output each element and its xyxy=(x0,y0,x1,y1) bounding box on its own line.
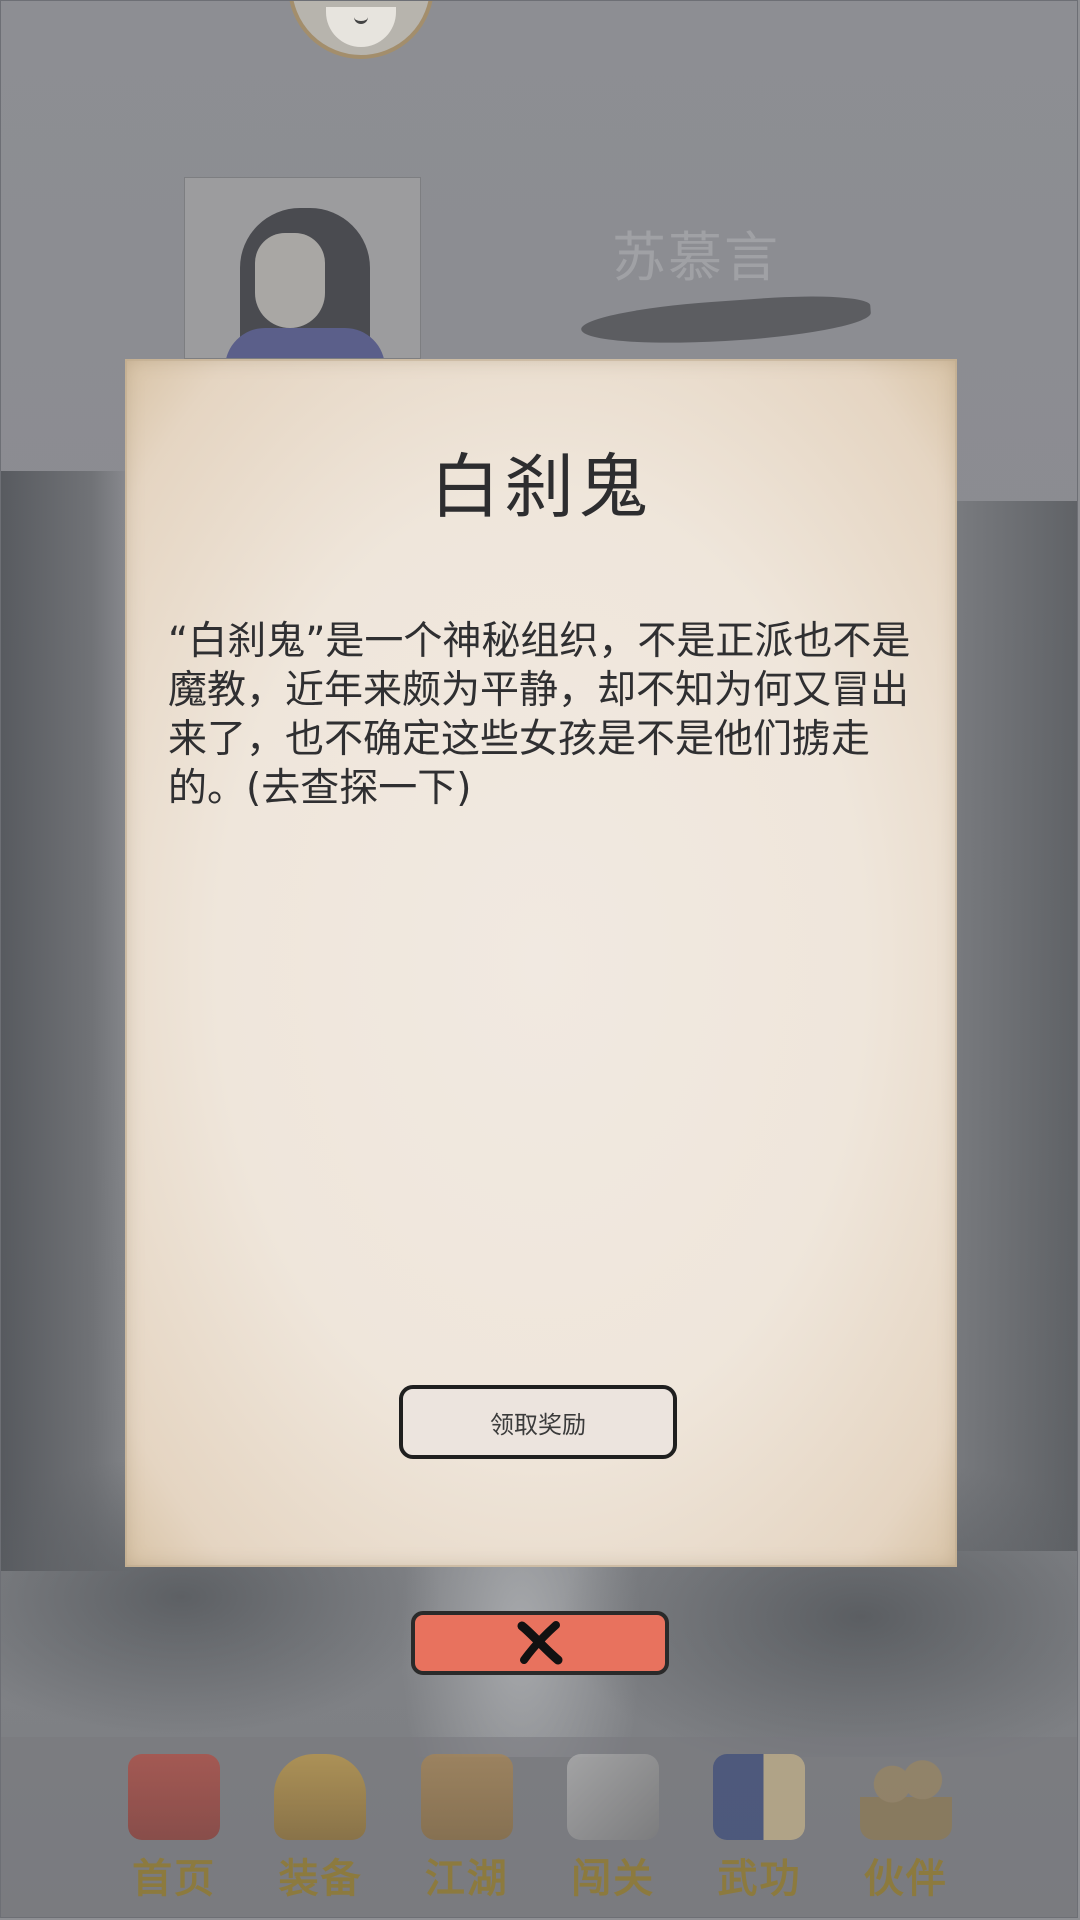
nav-label: 伙伴 xyxy=(863,1855,948,1902)
close-icon xyxy=(517,1621,563,1665)
dialog-title: 白刹鬼 xyxy=(430,446,652,528)
companions-icon xyxy=(859,1754,952,1840)
nav-label: 首页 xyxy=(132,1855,217,1902)
nav-item-equipment[interactable]: 装备 xyxy=(264,1754,376,1904)
scroll-map-icon xyxy=(420,1754,513,1840)
nav-label: 闯关 xyxy=(571,1855,656,1902)
dialog-body-text: “白刹鬼”是一个神秘组织，不是正派也不是魔教，近年来颇为平静，却不知为何又冒出来… xyxy=(168,619,911,811)
nav-label: 装备 xyxy=(278,1855,363,1902)
quest-dialog: 白刹鬼 “白刹鬼”是一个神秘组织，不是正派也不是魔教，近年来颇为平静，却不知为何… xyxy=(125,359,957,1567)
nav-item-companions[interactable]: 伙伴 xyxy=(850,1754,962,1904)
character-portrait xyxy=(184,177,421,359)
nav-item-martial-arts[interactable]: 武功 xyxy=(703,1754,815,1904)
claim-reward-button[interactable]: 领取奖励 xyxy=(399,1385,677,1459)
armor-icon xyxy=(274,1754,367,1840)
close-button[interactable] xyxy=(411,1611,669,1675)
avatar-face-icon xyxy=(326,7,396,47)
martial-book-icon xyxy=(713,1754,806,1840)
nav-label: 江湖 xyxy=(424,1855,509,1902)
character-name: 苏慕言 xyxy=(612,226,780,289)
nav-item-home[interactable]: 首页 xyxy=(118,1754,230,1904)
crossed-swords-icon xyxy=(567,1754,660,1840)
bottom-navigation: 首页 装备 江湖 闯关 武功 伙伴 xyxy=(1,1737,1077,1917)
nav-item-stages[interactable]: 闯关 xyxy=(557,1754,669,1904)
nav-item-jianghu[interactable]: 江湖 xyxy=(411,1754,523,1904)
temple-icon xyxy=(128,1754,221,1840)
game-screen: 苏慕言 白刹鬼 “白刹鬼”是一个神秘组织，不是正派也不是魔教，近年来颇为平静，却… xyxy=(0,0,1078,1918)
player-avatar[interactable] xyxy=(288,1,434,59)
ink-brush-decoration xyxy=(579,290,873,352)
nav-label: 武功 xyxy=(717,1855,802,1902)
